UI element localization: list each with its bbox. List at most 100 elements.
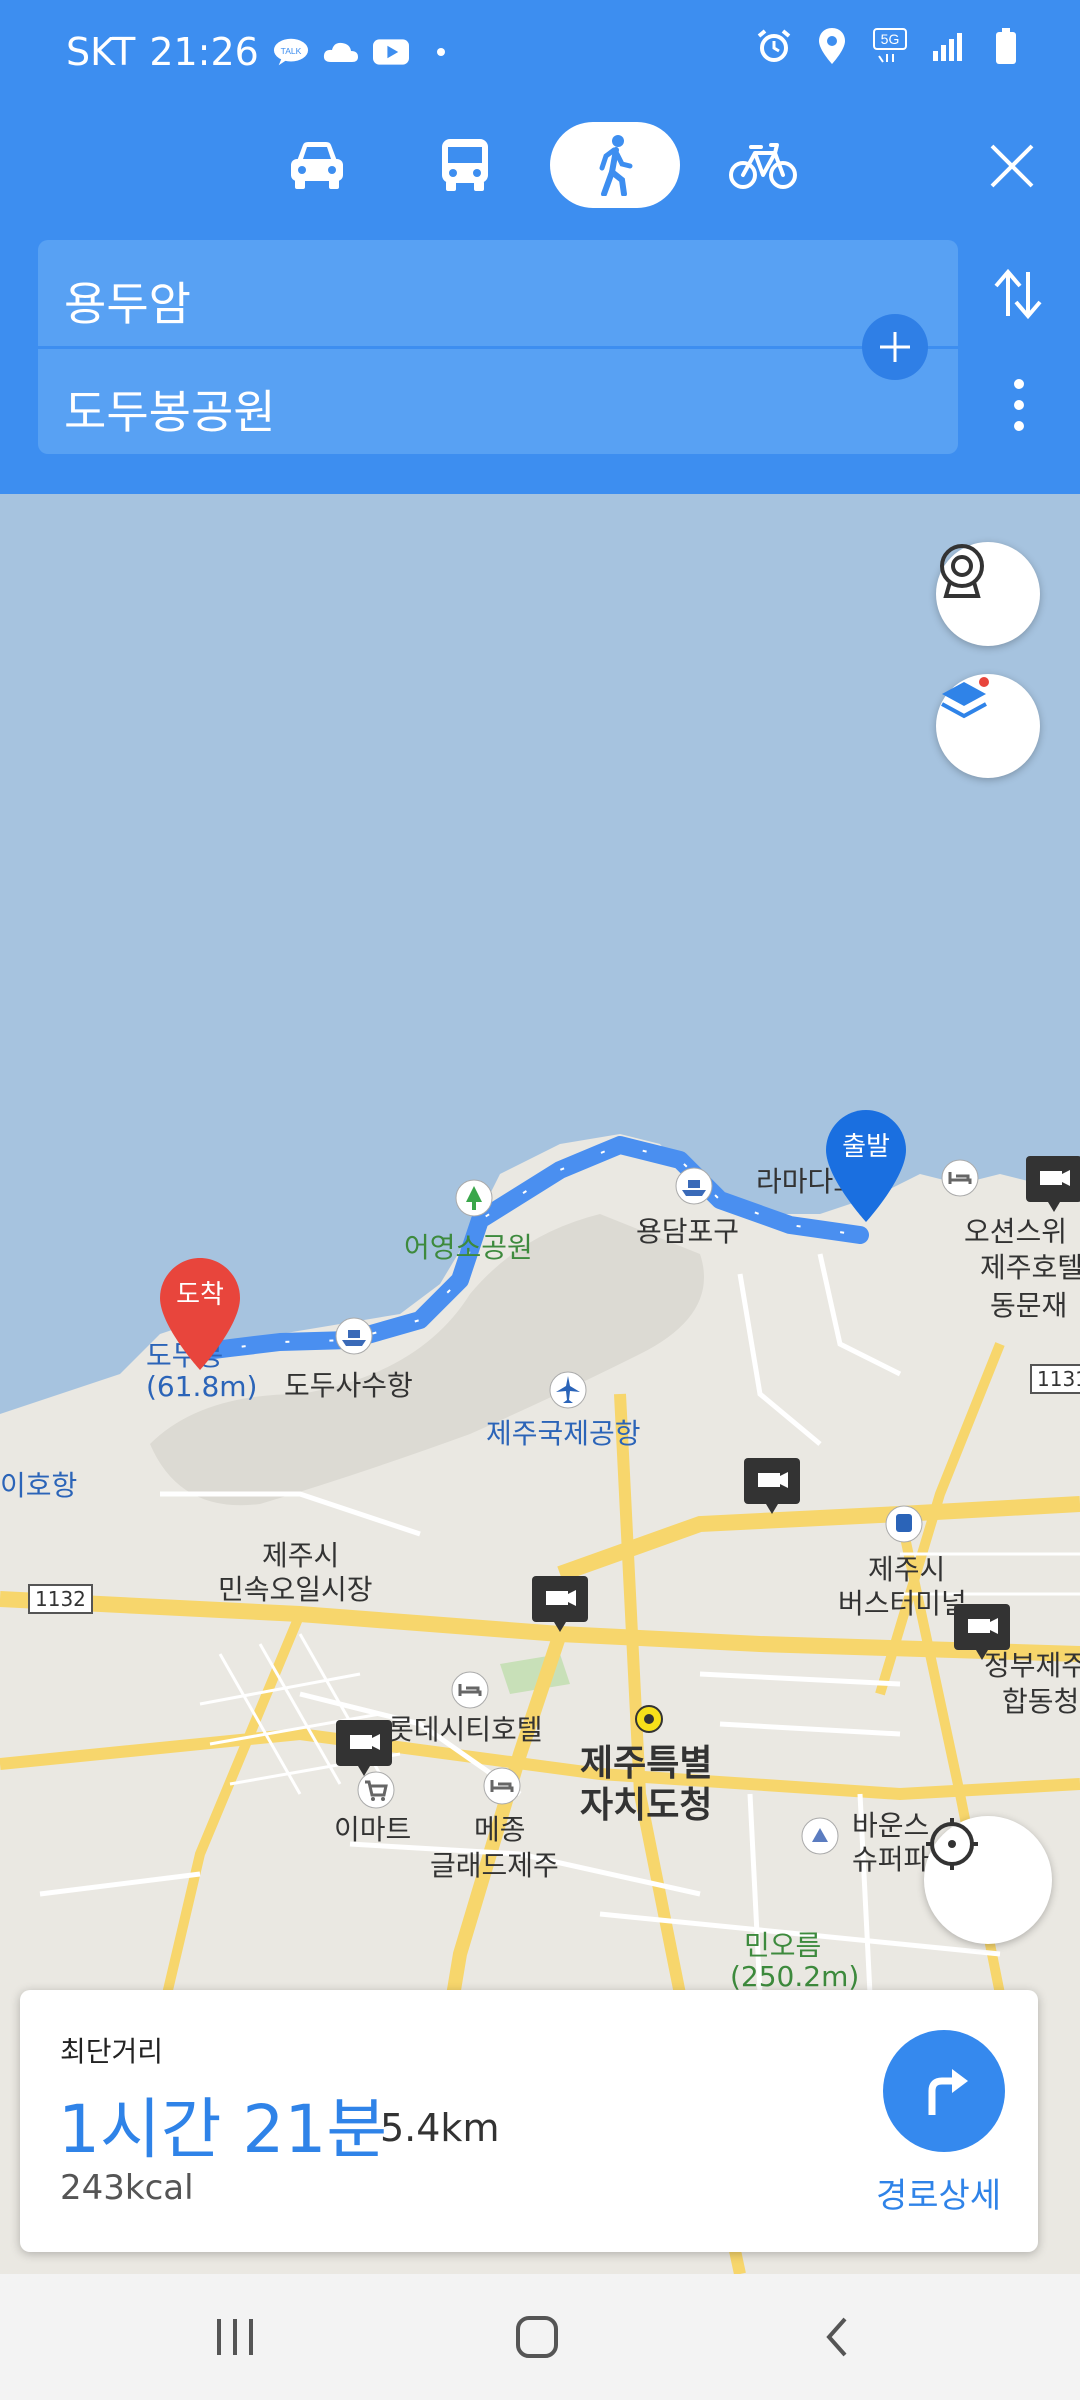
cctv-icon[interactable] <box>744 1458 800 1516</box>
system-nav-bar <box>0 2274 1080 2400</box>
signal-icon <box>930 28 966 64</box>
label-dodusa: 도두사수항 <box>284 1369 413 1402</box>
label-minoreum: 민오름 <box>744 1929 822 1962</box>
airport-icon[interactable] <box>548 1370 588 1410</box>
label-mejong-1: 메종 <box>474 1813 526 1846</box>
swap-route-button[interactable] <box>982 258 1054 330</box>
add-waypoint-button[interactable] <box>862 314 928 380</box>
label-minoreum-alt: (250.2m) <box>730 1960 860 1993</box>
back-button[interactable] <box>796 2294 882 2380</box>
travel-time: 1시간 21분 <box>58 2091 388 2168</box>
home-button[interactable] <box>494 2294 580 2380</box>
more-options-button[interactable] <box>996 372 1042 438</box>
home-icon <box>516 2316 558 2358</box>
youtube-icon <box>372 34 409 70</box>
status-left: SKT 21:26 TALK <box>66 30 459 74</box>
ferry-icon[interactable] <box>334 1316 374 1356</box>
close-icon <box>990 144 1034 188</box>
destination-field[interactable]: 도두봉공원 <box>64 376 276 442</box>
street-view-button[interactable] <box>936 542 1040 646</box>
calories-label: 243kcal <box>60 2168 194 2208</box>
transport-mode-tabs <box>0 118 1080 218</box>
cctv-view-icon <box>940 544 984 598</box>
car-icon <box>291 142 343 189</box>
route-header: SKT 21:26 TALK 5G 용두암 도두봉공원 <box>0 0 1080 494</box>
swap-icon <box>994 268 1042 320</box>
route-type-label: 최단거리 <box>60 2035 164 2068</box>
bus-terminal-icon[interactable] <box>884 1504 924 1544</box>
label-jeongbu-2: 합동청 <box>1002 1685 1080 1718</box>
amusement-icon[interactable] <box>800 1816 840 1856</box>
status-bar: SKT 21:26 TALK 5G <box>0 0 1080 110</box>
bus-icon <box>442 139 488 191</box>
harbor-icon[interactable] <box>674 1166 714 1206</box>
route-summary-card[interactable]: 최단거리 1시간 21분 5.4km 243kcal 경로상세 <box>20 1990 1038 2252</box>
label-emart: 이마트 <box>334 1813 412 1846</box>
label-dongmun: 동문재 <box>990 1289 1068 1322</box>
bike-icon <box>729 143 797 189</box>
layers-icon <box>941 677 989 719</box>
recent-apps-button[interactable] <box>192 2294 278 2380</box>
label-office-2: 자치도청 <box>580 1785 713 1826</box>
label-ocean: 오션스위 <box>964 1215 1068 1248</box>
clock: 21:26 <box>149 30 259 74</box>
label-ihoh: 이호항 <box>0 1469 78 1502</box>
talk-badge: TALK <box>280 46 301 56</box>
label-dodubong-alt: (61.8m) <box>146 1370 258 1403</box>
hotel-icon[interactable] <box>940 1158 980 1198</box>
carrier-label: SKT <box>66 30 136 74</box>
government-office-icon[interactable] <box>634 1704 664 1734</box>
alarm-icon <box>756 28 792 64</box>
label-yongdampo: 용담포구 <box>636 1215 740 1248</box>
plus-icon <box>880 332 910 362</box>
walk-icon <box>599 135 633 196</box>
road-shield-1131: 1131 <box>1030 1364 1080 1394</box>
mode-walk-tab[interactable] <box>550 122 680 208</box>
cloud-icon <box>323 34 359 70</box>
start-location-field[interactable]: 용두암 <box>64 268 191 334</box>
close-button[interactable] <box>974 128 1050 204</box>
network-label: 5G <box>881 31 900 47</box>
network-5g-icon: 5G <box>872 28 908 64</box>
start-marker-label: 출발 <box>842 1132 890 1162</box>
layers-button[interactable] <box>936 674 1040 778</box>
cctv-icon[interactable] <box>532 1576 588 1634</box>
crosshair-icon <box>926 1818 978 1870</box>
hotel-icon[interactable] <box>482 1766 522 1806</box>
status-right: 5G <box>756 28 1024 64</box>
my-location-button[interactable] <box>924 1816 1052 1944</box>
route-input-box: 용두암 도두봉공원 <box>38 240 958 454</box>
end-marker-label: 도착 <box>176 1280 224 1310</box>
label-eoyeongso: 어영소공원 <box>404 1231 533 1264</box>
cctv-icon[interactable] <box>1026 1156 1080 1214</box>
park-icon[interactable] <box>454 1178 494 1218</box>
label-airport: 제주국제공항 <box>486 1417 641 1450</box>
recent-apps-icon <box>217 2319 253 2355</box>
label-bounce-2: 슈퍼파 <box>852 1843 930 1876</box>
mode-bike-tab[interactable] <box>698 122 828 208</box>
travel-distance: 5.4km <box>380 2106 500 2150</box>
start-marker[interactable]: 출발 <box>824 1108 908 1224</box>
battery-icon <box>988 28 1024 64</box>
cctv-icon[interactable] <box>954 1604 1010 1662</box>
road-shield-1132: 1132 <box>28 1584 93 1614</box>
label-lotte: 롯데시티호텔 <box>388 1713 543 1746</box>
label-jeju-hotel: 제주호텔 <box>980 1251 1080 1284</box>
hotel-icon[interactable] <box>450 1670 490 1710</box>
route-detail-button[interactable] <box>883 2030 1005 2152</box>
mode-bus-tab[interactable] <box>400 122 530 208</box>
route-divider <box>38 346 958 349</box>
end-marker[interactable]: 도착 <box>158 1256 242 1372</box>
label-bus-terminal-2: 버스터미널 <box>838 1587 967 1620</box>
kakaotalk-icon: TALK <box>273 34 309 70</box>
label-market-2: 민속오일시장 <box>218 1573 373 1606</box>
cctv-icon[interactable] <box>336 1720 392 1778</box>
label-mejong-2: 글래드제주 <box>430 1849 559 1882</box>
back-icon <box>826 2317 847 2357</box>
turn-right-arrow-icon <box>928 2069 968 2115</box>
location-icon <box>814 28 850 64</box>
mode-car-tab[interactable] <box>252 122 382 208</box>
notification-dot-icon <box>423 34 459 70</box>
route-detail-label[interactable]: 경로상세 <box>876 2168 1001 2217</box>
more-vert-icon <box>1014 379 1024 431</box>
